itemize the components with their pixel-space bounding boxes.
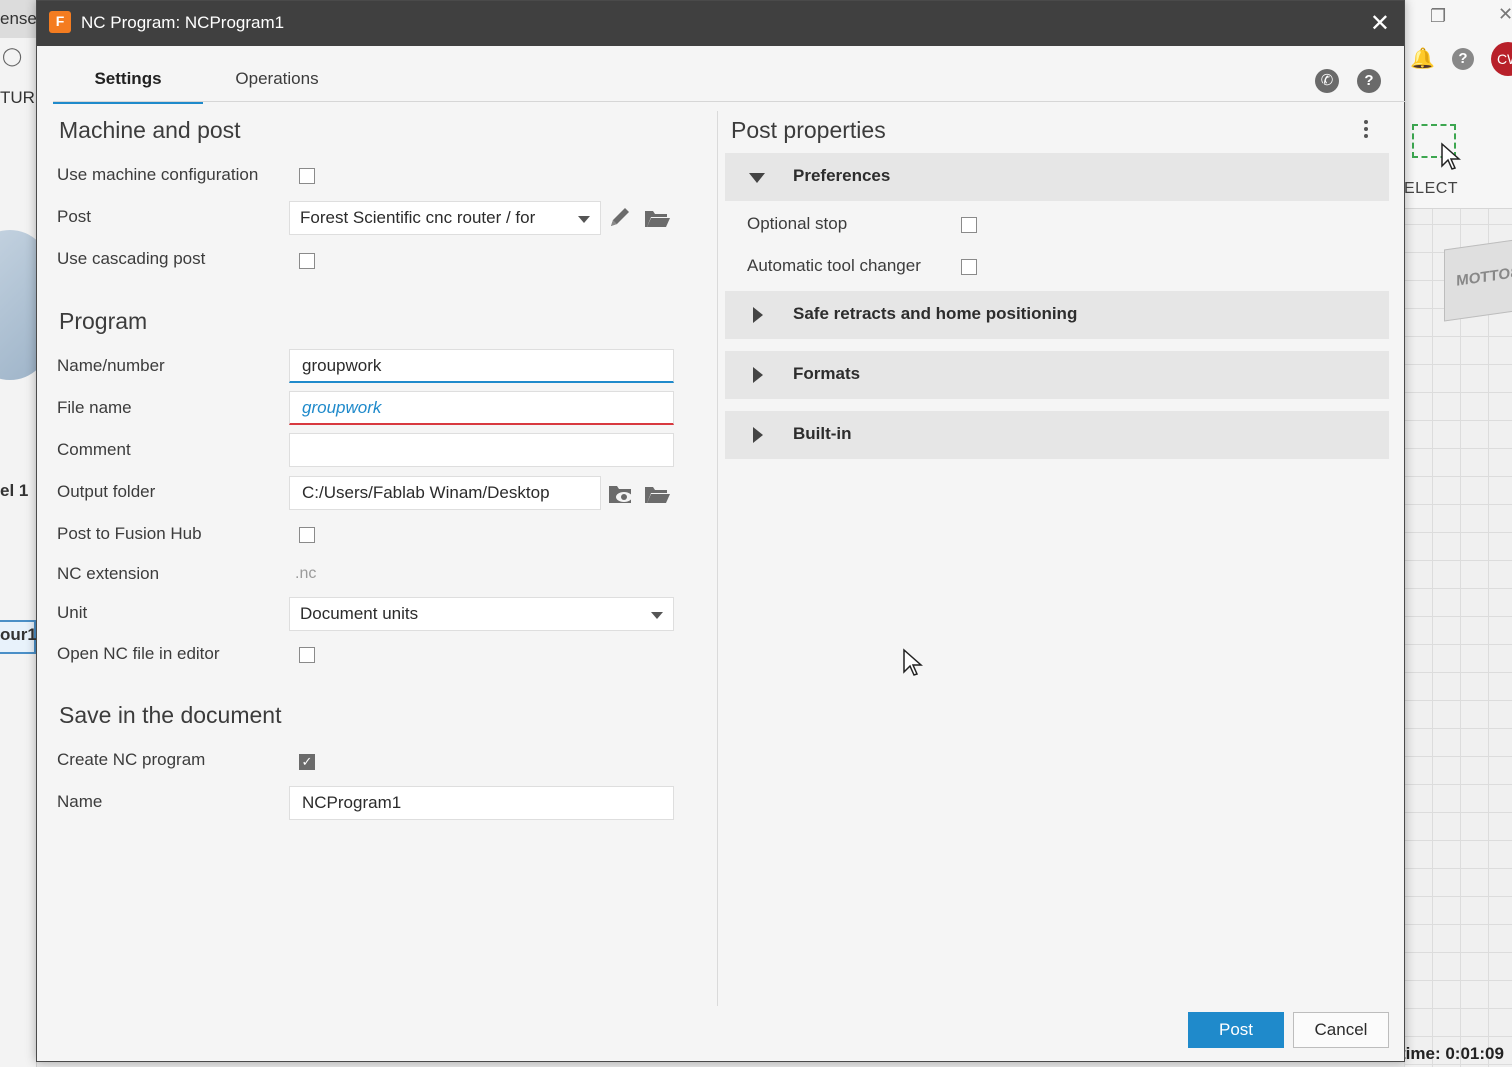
create-nc-program-label: Create NC program: [57, 750, 206, 769]
caret-right-icon: [753, 427, 763, 443]
folder-preview-icon[interactable]: [607, 482, 635, 506]
group-safe-retracts[interactable]: Safe retracts and home positioning: [725, 291, 1389, 339]
restore-window-icon[interactable]: ❐: [1430, 6, 1446, 27]
group-formats[interactable]: Formats: [725, 351, 1389, 399]
mouse-pointer-icon: [1441, 142, 1461, 170]
optional-stop-checkbox[interactable]: [961, 217, 977, 233]
bell-icon[interactable]: 🔔: [1410, 46, 1435, 71]
output-folder-input[interactable]: C:/Users/Fablab Winam/Desktop: [289, 476, 601, 510]
nc-extension-value: .nc: [295, 565, 317, 582]
background-window-bar: [1404, 0, 1512, 38]
create-nc-program-checkbox[interactable]: ✓: [299, 754, 315, 770]
automatic-tool-changer-checkbox[interactable]: [961, 259, 977, 275]
tab-divider: [53, 101, 1405, 102]
file-name-input[interactable]: groupwork: [289, 391, 674, 425]
folder-open-icon[interactable]: [643, 206, 671, 230]
group-preferences-label: Preferences: [793, 166, 891, 185]
tab-settings[interactable]: Settings: [53, 59, 203, 104]
automatic-tool-changer-label: Automatic tool changer: [747, 256, 921, 275]
close-icon[interactable]: ✕: [1370, 9, 1390, 38]
open-nc-file-checkbox[interactable]: [299, 647, 315, 663]
optional-stop-label: Optional stop: [747, 214, 848, 233]
post-to-fusion-hub-label: Post to Fusion Hub: [57, 524, 202, 543]
machining-time-label: time: 0:01:09: [1400, 1044, 1504, 1063]
group-formats-label: Formats: [793, 364, 861, 383]
group-built-in[interactable]: Built-in: [725, 411, 1389, 459]
background-level-label: el 1: [0, 481, 29, 500]
post-to-fusion-hub-checkbox[interactable]: [299, 527, 315, 543]
program-name-input[interactable]: NCProgram1: [289, 786, 674, 820]
section-title-program: Program: [59, 308, 148, 334]
background-left-panel: ense ◯ TUR el 1 our1: [0, 0, 50, 1067]
section-title-post-properties: Post properties: [731, 117, 886, 143]
post-label: Post: [57, 207, 92, 226]
name-number-input[interactable]: groupwork: [289, 349, 674, 383]
post-select[interactable]: Forest Scientific cnc router / for: [289, 201, 601, 235]
help-icon[interactable]: ?: [1357, 69, 1381, 93]
dialog-title: NC Program: NCProgram1: [81, 13, 285, 32]
output-folder-label: Output folder: [57, 482, 156, 501]
background-tab-label: TUR: [0, 88, 35, 107]
caret-right-icon: [753, 367, 763, 383]
caret-down-icon: [749, 173, 765, 183]
viewcube-face-label: BOTTOM: [1456, 263, 1512, 290]
panel-divider: [717, 111, 718, 1006]
app-help-icon[interactable]: ?: [1452, 48, 1474, 70]
use-cascading-post-checkbox[interactable]: [299, 253, 315, 269]
phone-icon[interactable]: ✆: [1315, 69, 1339, 93]
group-preferences[interactable]: Preferences: [725, 153, 1389, 201]
lightbulb-icon: ◯: [2, 46, 23, 66]
caret-right-icon: [753, 307, 763, 323]
program-name-label: Name: [57, 792, 103, 811]
group-safe-retracts-label: Safe retracts and home positioning: [793, 304, 1078, 323]
group-built-in-label: Built-in: [793, 424, 852, 443]
file-name-label: File name: [57, 398, 132, 417]
unit-select-value: Document units: [300, 604, 419, 623]
section-title-save-in-document: Save in the document: [59, 702, 282, 728]
name-number-label: Name/number: [57, 356, 165, 375]
background-contour-label: our1: [0, 625, 37, 644]
unit-select[interactable]: Document units: [289, 597, 674, 631]
open-nc-file-label: Open NC file in editor: [57, 644, 220, 663]
tab-operations[interactable]: Operations: [217, 59, 337, 101]
mouse-pointer-icon: [903, 648, 923, 676]
chevron-down-icon: [578, 216, 590, 223]
unit-label: Unit: [57, 603, 88, 622]
post-button[interactable]: Post: [1188, 1012, 1284, 1048]
select-tool-label[interactable]: ELECT: [1404, 180, 1458, 198]
post-select-value: Forest Scientific cnc router / for: [300, 208, 536, 227]
comment-label: Comment: [57, 440, 131, 459]
edit-pencil-icon[interactable]: [607, 206, 635, 230]
close-window-icon[interactable]: ✕: [1498, 4, 1512, 25]
background-license-label: ense: [0, 9, 37, 28]
fusion-app-icon: F: [49, 11, 71, 33]
section-title-machine-and-post: Machine and post: [59, 117, 241, 143]
chevron-down-icon: [651, 612, 663, 619]
nc-program-dialog: F NC Program: NCProgram1 ✕ Settings Oper…: [36, 0, 1405, 1062]
dialog-titlebar: F NC Program: NCProgram1 ✕: [37, 1, 1404, 46]
viewcube[interactable]: BOTTOM: [1444, 238, 1512, 322]
folder-open-icon[interactable]: [643, 482, 671, 506]
use-cascading-post-label: Use cascading post: [57, 249, 206, 268]
more-options-icon[interactable]: [1363, 117, 1369, 141]
nc-extension-label: NC extension: [57, 564, 160, 583]
use-machine-configuration-label: Use machine configuration: [57, 165, 259, 184]
cancel-button[interactable]: Cancel: [1293, 1012, 1389, 1048]
use-machine-configuration-checkbox[interactable]: [299, 168, 315, 184]
comment-input[interactable]: [289, 433, 674, 467]
